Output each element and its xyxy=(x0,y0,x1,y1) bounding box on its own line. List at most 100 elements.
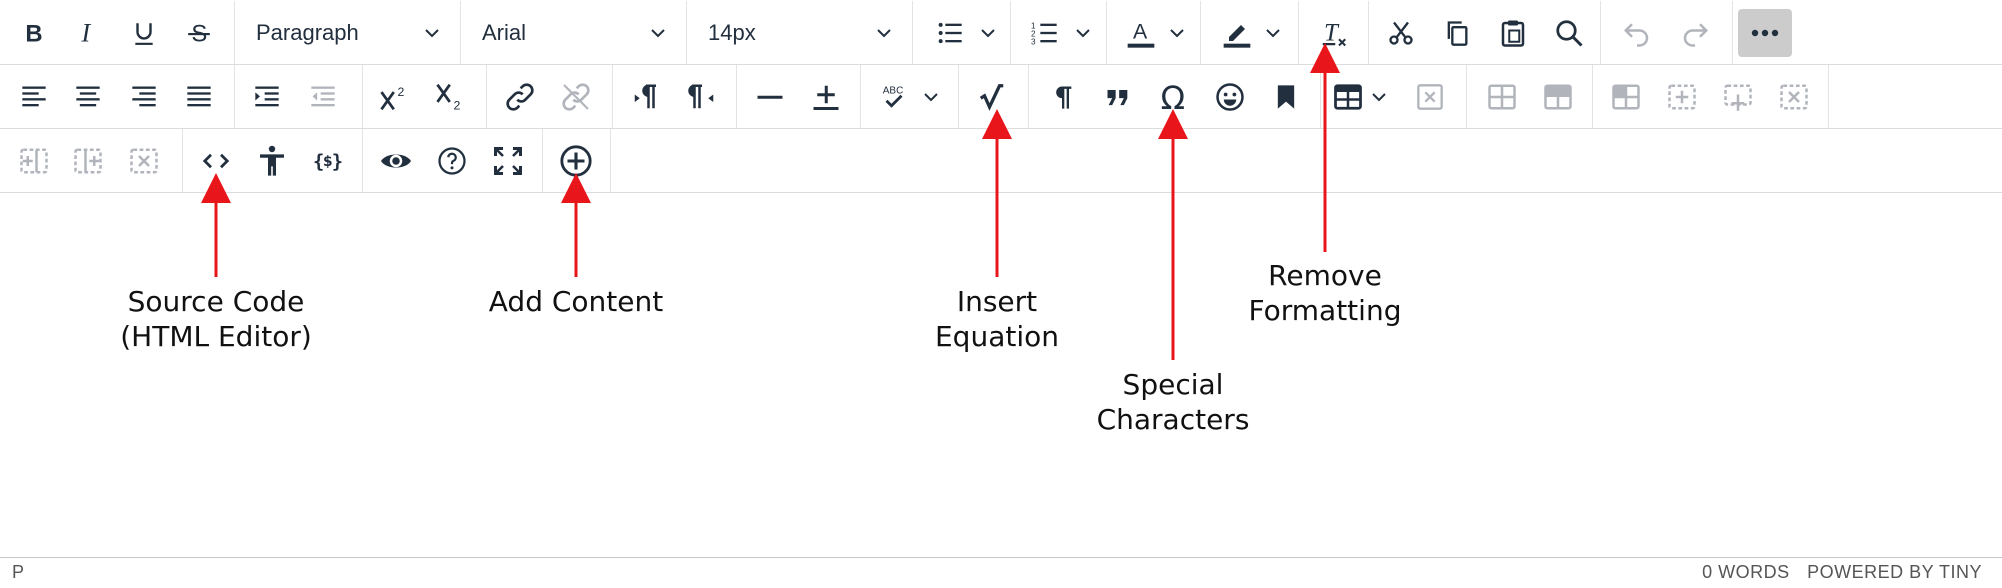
undo-icon xyxy=(1623,23,1649,47)
undo-button[interactable] xyxy=(1612,9,1662,57)
table-icon xyxy=(1488,84,1516,110)
bold-icon: B xyxy=(25,21,42,46)
indent-button[interactable] xyxy=(242,73,292,121)
bookmark-button[interactable] xyxy=(1260,73,1312,121)
source-code-button[interactable] xyxy=(190,137,242,185)
unlink-icon xyxy=(562,83,590,111)
align-right-button[interactable] xyxy=(120,73,168,121)
accessibility-checker-button[interactable] xyxy=(246,137,298,185)
table-button[interactable] xyxy=(1328,73,1394,121)
chevron-down-icon xyxy=(425,29,439,38)
rtl-icon xyxy=(688,84,714,109)
callout-insert-equation-line-1: Insert xyxy=(956,285,1038,318)
strikethrough-button[interactable]: S xyxy=(175,9,223,57)
highlight-color-button[interactable] xyxy=(1210,9,1294,57)
underline-icon xyxy=(135,23,153,45)
delete-table-button[interactable] xyxy=(1404,73,1456,121)
align-left-button[interactable] xyxy=(10,73,58,121)
fullscreen-icon xyxy=(494,147,522,175)
callout-insert-equation: Insert Equation xyxy=(917,284,1077,354)
table-delete-row-button[interactable] xyxy=(1768,73,1820,121)
align-right-icon xyxy=(132,86,156,107)
embed-icon xyxy=(813,85,839,110)
spellcheck-button[interactable]: ABC xyxy=(868,73,952,121)
callout-remove-formatting-line-2: Formatting xyxy=(1248,294,1402,327)
subscript-button[interactable]: 2 xyxy=(426,73,476,121)
text-color-button[interactable]: A xyxy=(1114,9,1198,57)
callout-add-content-line-1: Add Content xyxy=(488,285,664,318)
table-icon xyxy=(1612,84,1640,110)
word-count[interactable]: 0 WORDS xyxy=(1702,562,1790,582)
more-tools-button[interactable] xyxy=(1738,9,1792,57)
callout-insert-equation-line-2: Equation xyxy=(934,320,1059,353)
powered-by-link[interactable]: POWERED BY TINY xyxy=(1807,562,1982,582)
font-size-value: 14px xyxy=(708,20,756,45)
align-center-icon xyxy=(76,86,100,107)
svg-text:T: T xyxy=(1324,20,1340,47)
svg-text:3: 3 xyxy=(1031,38,1036,47)
font-size-select[interactable]: 14px xyxy=(686,9,912,57)
numbered-list-button[interactable]: 123 xyxy=(1020,9,1104,57)
blockquote-button[interactable] xyxy=(1092,73,1144,121)
callout-remove-formatting: Remove Formatting xyxy=(1235,258,1415,328)
table-insert-col-before-button[interactable] xyxy=(10,137,58,185)
insert-equation-button[interactable] xyxy=(966,73,1018,121)
preview-button[interactable] xyxy=(370,137,422,185)
superscript-button[interactable]: 2 xyxy=(370,73,420,121)
block-format-select[interactable]: Paragraph xyxy=(234,9,460,57)
callout-remove-formatting-line-1: Remove xyxy=(1268,259,1382,292)
special-characters-button[interactable]: Ω xyxy=(1148,73,1200,121)
table-insert-row-after-button[interactable] xyxy=(1712,73,1764,121)
rtl-button[interactable] xyxy=(676,73,728,121)
embed-button[interactable] xyxy=(800,73,852,121)
paste-button[interactable] xyxy=(1488,9,1538,57)
link-button[interactable] xyxy=(494,73,546,121)
add-content-icon xyxy=(560,145,592,177)
table-row-props-button[interactable] xyxy=(1476,73,1528,121)
table-icon xyxy=(1724,84,1752,111)
callout-special-characters: Special Characters xyxy=(1083,367,1263,437)
table-delete-col-button[interactable] xyxy=(120,137,168,185)
justify-button[interactable] xyxy=(175,73,223,121)
copy-button[interactable] xyxy=(1432,9,1482,57)
chevron-down-icon xyxy=(924,93,938,102)
outdent-button[interactable] xyxy=(298,73,348,121)
table-cell-props-button[interactable] xyxy=(1532,73,1584,121)
paragraph-marks-button[interactable] xyxy=(1036,73,1088,121)
unlink-button[interactable] xyxy=(550,73,602,121)
emoji-button[interactable] xyxy=(1204,73,1256,121)
bullet-list-button[interactable] xyxy=(924,9,1010,57)
lti-tools-button[interactable]: {$} xyxy=(302,137,354,185)
table-icon xyxy=(1668,84,1696,110)
underline-button[interactable] xyxy=(120,9,168,57)
add-content-button[interactable] xyxy=(550,137,602,185)
table-insert-row-before-button[interactable] xyxy=(1656,73,1708,121)
svg-text:2: 2 xyxy=(453,98,460,112)
font-family-select[interactable]: Arial xyxy=(460,9,686,57)
table-merge-button[interactable] xyxy=(1600,73,1652,121)
search-icon xyxy=(1556,20,1583,47)
bold-button[interactable]: B xyxy=(10,9,58,57)
table-insert-col-after-button[interactable] xyxy=(64,137,112,185)
ltr-button[interactable] xyxy=(620,73,672,121)
fullscreen-button[interactable] xyxy=(482,137,534,185)
italic-button[interactable]: I xyxy=(64,9,112,57)
table-icon xyxy=(1780,84,1808,110)
find-replace-button[interactable] xyxy=(1544,9,1594,57)
help-icon xyxy=(438,147,466,175)
help-button[interactable] xyxy=(426,137,478,185)
callout-add-content: Add Content xyxy=(470,284,682,319)
strikethrough-icon: S xyxy=(188,21,210,46)
remove-formatting-button[interactable]: T xyxy=(1308,9,1360,57)
redo-button[interactable] xyxy=(1670,9,1720,57)
table-icon xyxy=(1544,84,1572,110)
cut-button[interactable] xyxy=(1376,9,1426,57)
chevron-down-icon xyxy=(1266,29,1280,38)
subscript-icon: 2 xyxy=(436,83,460,112)
horizontal-rule-button[interactable] xyxy=(744,73,796,121)
justify-icon xyxy=(187,86,211,107)
numbered-list-icon: 123 xyxy=(1031,21,1057,47)
align-center-button[interactable] xyxy=(64,73,112,121)
editor-content-area[interactable] xyxy=(0,193,2002,556)
element-path[interactable]: P xyxy=(12,562,24,583)
